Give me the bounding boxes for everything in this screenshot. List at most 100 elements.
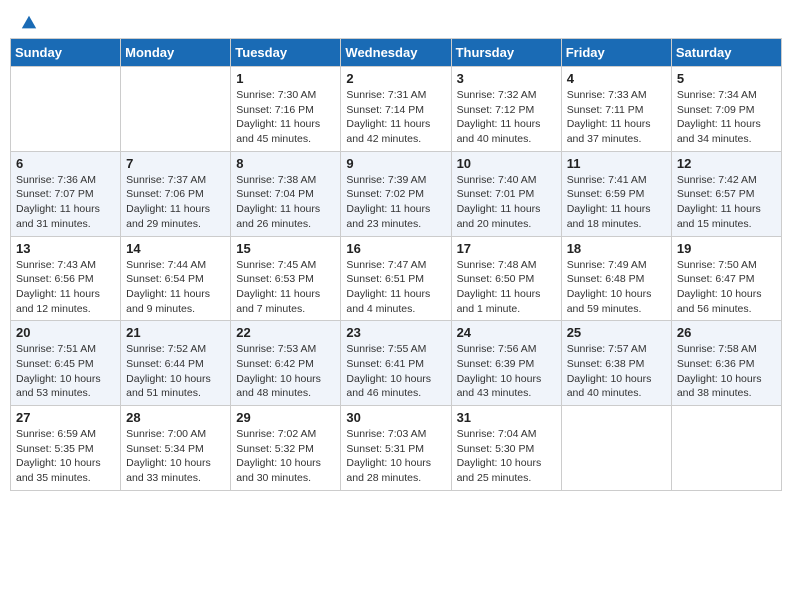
day-detail: Sunrise: 7:53 AMSunset: 6:42 PMDaylight:… (236, 342, 335, 401)
day-number: 11 (567, 156, 666, 171)
day-detail: Sunrise: 7:50 AMSunset: 6:47 PMDaylight:… (677, 258, 776, 317)
day-number: 4 (567, 71, 666, 86)
day-of-week-header: Saturday (671, 39, 781, 67)
day-detail: Sunrise: 7:02 AMSunset: 5:32 PMDaylight:… (236, 427, 335, 486)
day-number: 23 (346, 325, 445, 340)
calendar-week-row: 1 Sunrise: 7:30 AMSunset: 7:16 PMDaylight… (11, 67, 782, 152)
calendar-week-row: 6 Sunrise: 7:36 AMSunset: 7:07 PMDaylight… (11, 151, 782, 236)
calendar-cell: 31 Sunrise: 7:04 AMSunset: 5:30 PMDayligh… (451, 406, 561, 491)
calendar-cell: 11 Sunrise: 7:41 AMSunset: 6:59 PMDayligh… (561, 151, 671, 236)
day-number: 7 (126, 156, 225, 171)
calendar-cell: 12 Sunrise: 7:42 AMSunset: 6:57 PMDayligh… (671, 151, 781, 236)
calendar-week-row: 27 Sunrise: 6:59 AMSunset: 5:35 PMDayligh… (11, 406, 782, 491)
day-number: 19 (677, 241, 776, 256)
calendar-cell: 20 Sunrise: 7:51 AMSunset: 6:45 PMDayligh… (11, 321, 121, 406)
calendar-cell (121, 67, 231, 152)
calendar-cell: 5 Sunrise: 7:34 AMSunset: 7:09 PMDaylight… (671, 67, 781, 152)
day-number: 3 (457, 71, 556, 86)
day-number: 22 (236, 325, 335, 340)
day-number: 2 (346, 71, 445, 86)
calendar-cell: 24 Sunrise: 7:56 AMSunset: 6:39 PMDayligh… (451, 321, 561, 406)
day-detail: Sunrise: 7:45 AMSunset: 6:53 PMDaylight:… (236, 258, 335, 317)
day-detail: Sunrise: 7:34 AMSunset: 7:09 PMDaylight:… (677, 88, 776, 147)
day-number: 27 (16, 410, 115, 425)
day-detail: Sunrise: 7:04 AMSunset: 5:30 PMDaylight:… (457, 427, 556, 486)
calendar-cell: 9 Sunrise: 7:39 AMSunset: 7:02 PMDaylight… (341, 151, 451, 236)
day-of-week-header: Sunday (11, 39, 121, 67)
day-detail: Sunrise: 7:38 AMSunset: 7:04 PMDaylight:… (236, 173, 335, 232)
day-of-week-header: Friday (561, 39, 671, 67)
calendar-cell (561, 406, 671, 491)
day-number: 5 (677, 71, 776, 86)
day-number: 26 (677, 325, 776, 340)
calendar-week-row: 20 Sunrise: 7:51 AMSunset: 6:45 PMDayligh… (11, 321, 782, 406)
calendar-cell: 18Sunrise: 7:49 AMSunset: 6:48 PMDayligh… (561, 236, 671, 321)
day-detail: Sunrise: 7:30 AMSunset: 7:16 PMDaylight:… (236, 88, 335, 147)
page-header (10, 10, 782, 30)
calendar-cell: 3 Sunrise: 7:32 AMSunset: 7:12 PMDaylight… (451, 67, 561, 152)
calendar-cell: 29 Sunrise: 7:02 AMSunset: 5:32 PMDayligh… (231, 406, 341, 491)
day-detail: Sunrise: 7:40 AMSunset: 7:01 PMDaylight:… (457, 173, 556, 232)
day-detail: Sunrise: 7:47 AMSunset: 6:51 PMDaylight:… (346, 258, 445, 317)
day-detail: Sunrise: 7:03 AMSunset: 5:31 PMDaylight:… (346, 427, 445, 486)
calendar-cell: 22 Sunrise: 7:53 AMSunset: 6:42 PMDayligh… (231, 321, 341, 406)
calendar-cell: 27 Sunrise: 6:59 AMSunset: 5:35 PMDayligh… (11, 406, 121, 491)
calendar-cell: 19 Sunrise: 7:50 AMSunset: 6:47 PMDayligh… (671, 236, 781, 321)
day-number: 9 (346, 156, 445, 171)
calendar-cell: 16 Sunrise: 7:47 AMSunset: 6:51 PMDayligh… (341, 236, 451, 321)
calendar-cell: 10Sunrise: 7:40 AMSunset: 7:01 PMDayligh… (451, 151, 561, 236)
calendar-header-row: SundayMondayTuesdayWednesdayThursdayFrid… (11, 39, 782, 67)
day-number: 24 (457, 325, 556, 340)
day-detail: Sunrise: 6:59 AMSunset: 5:35 PMDaylight:… (16, 427, 115, 486)
day-detail: Sunrise: 7:57 AMSunset: 6:38 PMDaylight:… (567, 342, 666, 401)
calendar-cell: 26 Sunrise: 7:58 AMSunset: 6:36 PMDayligh… (671, 321, 781, 406)
day-detail: Sunrise: 7:42 AMSunset: 6:57 PMDaylight:… (677, 173, 776, 232)
calendar-cell: 8Sunrise: 7:38 AMSunset: 7:04 PMDaylight… (231, 151, 341, 236)
day-number: 17 (457, 241, 556, 256)
day-number: 28 (126, 410, 225, 425)
day-detail: Sunrise: 7:31 AMSunset: 7:14 PMDaylight:… (346, 88, 445, 147)
day-detail: Sunrise: 7:33 AMSunset: 7:11 PMDaylight:… (567, 88, 666, 147)
day-detail: Sunrise: 7:39 AMSunset: 7:02 PMDaylight:… (346, 173, 445, 232)
day-detail: Sunrise: 7:41 AMSunset: 6:59 PMDaylight:… (567, 173, 666, 232)
calendar-table: SundayMondayTuesdayWednesdayThursdayFrid… (10, 38, 782, 491)
calendar-cell: 30 Sunrise: 7:03 AMSunset: 5:31 PMDayligh… (341, 406, 451, 491)
day-detail: Sunrise: 7:36 AMSunset: 7:07 PMDaylight:… (16, 173, 115, 232)
calendar-cell: 7Sunrise: 7:37 AMSunset: 7:06 PMDaylight… (121, 151, 231, 236)
day-number: 6 (16, 156, 115, 171)
day-number: 12 (677, 156, 776, 171)
day-of-week-header: Monday (121, 39, 231, 67)
day-of-week-header: Tuesday (231, 39, 341, 67)
day-number: 15 (236, 241, 335, 256)
day-of-week-header: Wednesday (341, 39, 451, 67)
day-number: 31 (457, 410, 556, 425)
calendar-cell: 17Sunrise: 7:48 AMSunset: 6:50 PMDayligh… (451, 236, 561, 321)
calendar-cell: 4 Sunrise: 7:33 AMSunset: 7:11 PMDaylight… (561, 67, 671, 152)
day-detail: Sunrise: 7:55 AMSunset: 6:41 PMDaylight:… (346, 342, 445, 401)
day-detail: Sunrise: 7:00 AMSunset: 5:34 PMDaylight:… (126, 427, 225, 486)
day-number: 1 (236, 71, 335, 86)
day-number: 30 (346, 410, 445, 425)
day-of-week-header: Thursday (451, 39, 561, 67)
calendar-cell: 28 Sunrise: 7:00 AMSunset: 5:34 PMDayligh… (121, 406, 231, 491)
day-detail: Sunrise: 7:32 AMSunset: 7:12 PMDaylight:… (457, 88, 556, 147)
day-detail: Sunrise: 7:56 AMSunset: 6:39 PMDaylight:… (457, 342, 556, 401)
day-number: 20 (16, 325, 115, 340)
day-detail: Sunrise: 7:51 AMSunset: 6:45 PMDaylight:… (16, 342, 115, 401)
day-detail: Sunrise: 7:52 AMSunset: 6:44 PMDaylight:… (126, 342, 225, 401)
day-number: 14 (126, 241, 225, 256)
calendar-cell: 1 Sunrise: 7:30 AMSunset: 7:16 PMDaylight… (231, 67, 341, 152)
calendar-cell: 2 Sunrise: 7:31 AMSunset: 7:14 PMDaylight… (341, 67, 451, 152)
day-number: 16 (346, 241, 445, 256)
day-detail: Sunrise: 7:58 AMSunset: 6:36 PMDaylight:… (677, 342, 776, 401)
calendar-cell: 25 Sunrise: 7:57 AMSunset: 6:38 PMDayligh… (561, 321, 671, 406)
logo-icon (20, 14, 38, 32)
logo (18, 14, 38, 26)
calendar-cell: 14Sunrise: 7:44 AMSunset: 6:54 PMDayligh… (121, 236, 231, 321)
calendar-cell: 23 Sunrise: 7:55 AMSunset: 6:41 PMDayligh… (341, 321, 451, 406)
calendar-cell (671, 406, 781, 491)
day-number: 29 (236, 410, 335, 425)
calendar-cell: 21Sunrise: 7:52 AMSunset: 6:44 PMDayligh… (121, 321, 231, 406)
day-number: 18 (567, 241, 666, 256)
day-number: 25 (567, 325, 666, 340)
